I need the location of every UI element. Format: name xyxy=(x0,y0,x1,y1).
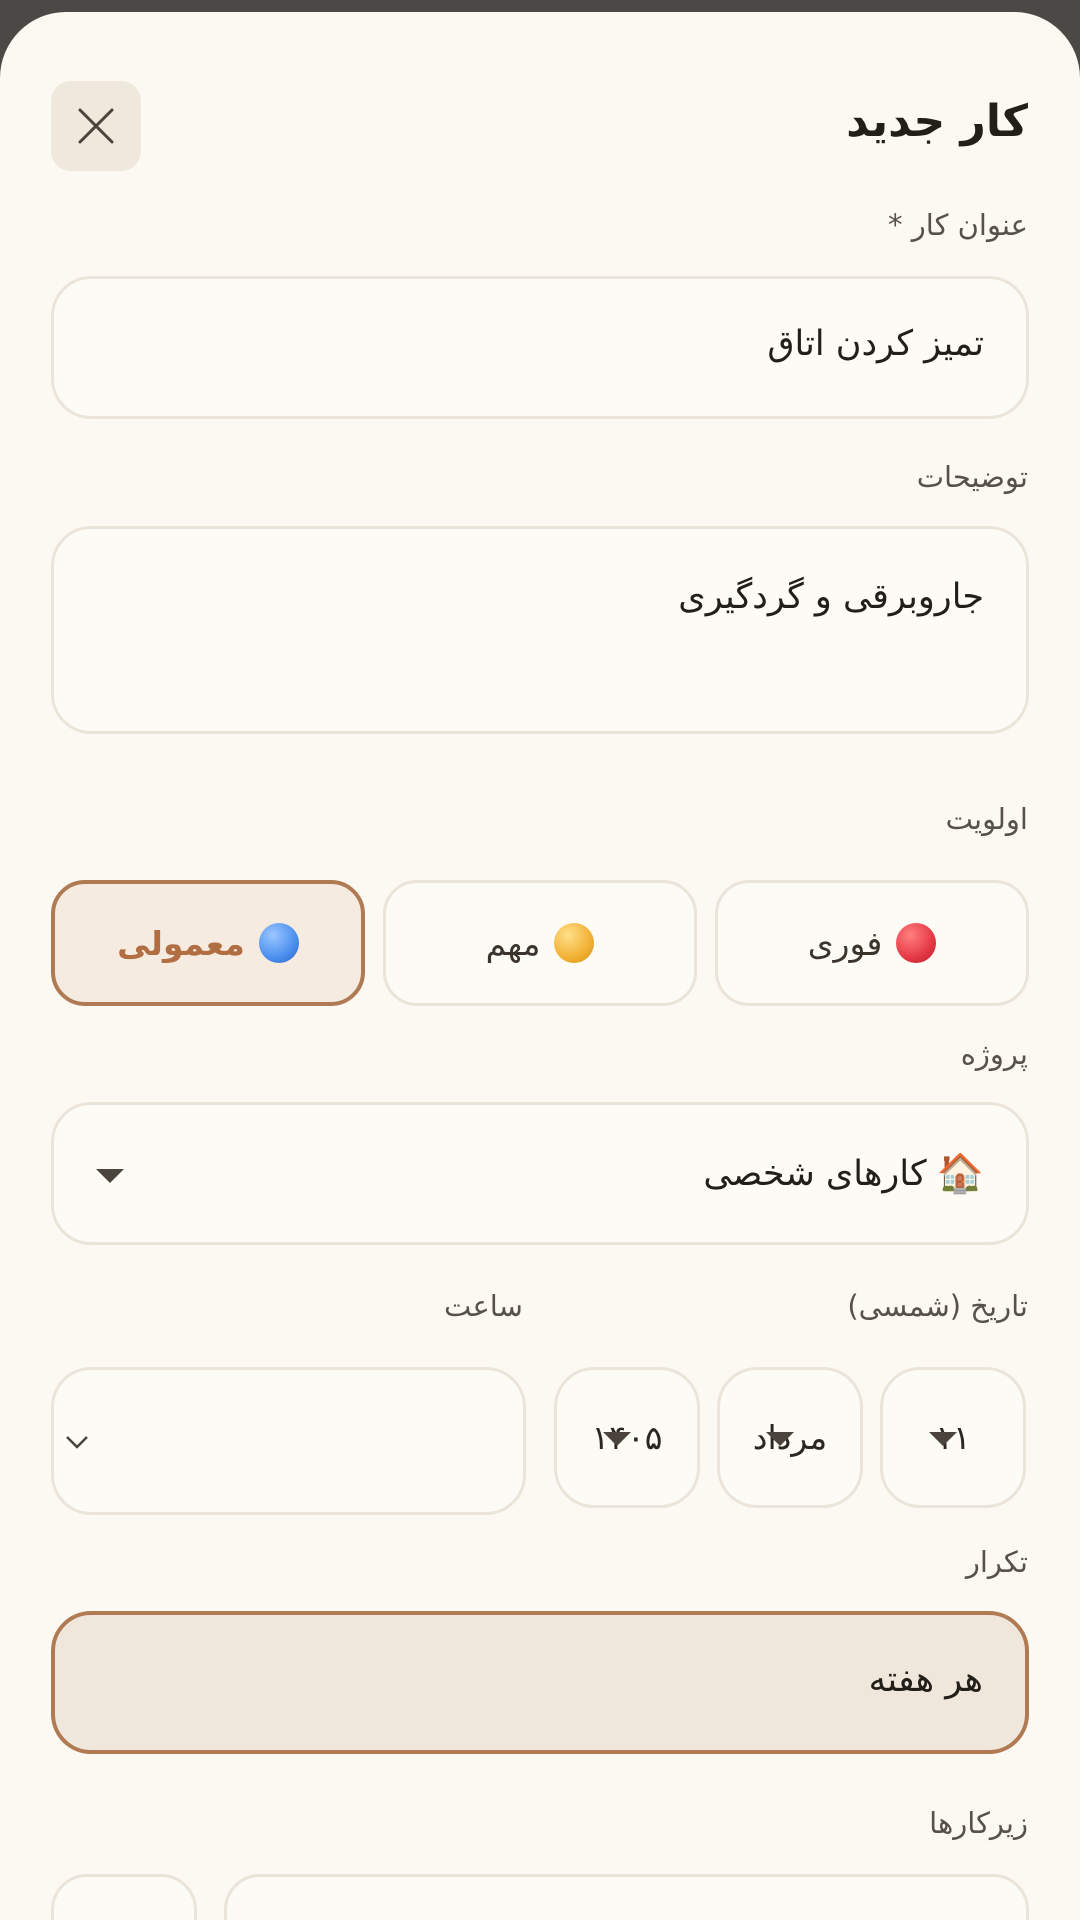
subtask-input[interactable] xyxy=(224,1874,1029,1920)
new-task-sheet: کار جدید عنوان کار * تمیز کردن اتاق توضی… xyxy=(0,12,1080,1920)
close-icon xyxy=(78,108,114,144)
dropdown-arrow-icon xyxy=(603,1432,631,1446)
yellow-circle-icon xyxy=(554,923,595,963)
repeat-value: هر هفته xyxy=(868,1660,983,1700)
priority-label: اولویت xyxy=(945,802,1028,836)
add-subtask-button[interactable] xyxy=(51,1874,197,1920)
page-title: کار جدید xyxy=(846,96,1028,147)
task-title-input[interactable]: تمیز کردن اتاق xyxy=(51,276,1029,419)
repeat-label: تکرار xyxy=(965,1545,1028,1579)
dropdown-arrow-icon xyxy=(96,1169,124,1183)
date-label: تاریخ (شمسی) xyxy=(847,1289,1028,1323)
priority-urgent-label: فوری xyxy=(807,923,883,963)
red-circle-icon xyxy=(896,923,937,963)
priority-normal-label: معمولی xyxy=(117,923,245,963)
year-select[interactable]: ۱۴۰۵ xyxy=(554,1367,700,1508)
month-select[interactable]: مرداد xyxy=(717,1367,863,1508)
day-select[interactable]: ۱۱ xyxy=(880,1367,1026,1508)
repeat-select[interactable]: هر هفته xyxy=(51,1611,1029,1754)
house-icon: 🏠 xyxy=(936,1151,984,1195)
close-button[interactable] xyxy=(51,81,141,171)
project-select[interactable]: 🏠 کارهای شخصی xyxy=(51,1102,1029,1245)
description-value: جاروبرقی و گردگیری xyxy=(678,577,984,617)
project-label: پروژه xyxy=(960,1037,1028,1071)
chevron-down-icon xyxy=(66,1436,88,1449)
project-value: کارهای شخصی xyxy=(703,1153,927,1194)
priority-urgent-button[interactable]: فوری xyxy=(715,880,1029,1006)
description-label: توضیحات xyxy=(916,460,1028,494)
dropdown-arrow-icon xyxy=(766,1432,794,1446)
subtasks-label: زیرکارها xyxy=(929,1806,1028,1840)
time-label: ساعت xyxy=(444,1289,523,1323)
blue-circle-icon xyxy=(258,923,299,963)
priority-normal-button[interactable]: معمولی xyxy=(51,880,365,1006)
task-title-label: عنوان کار * xyxy=(888,208,1028,242)
description-textarea[interactable]: جاروبرقی و گردگیری xyxy=(51,526,1029,734)
priority-important-button[interactable]: مهم xyxy=(383,880,697,1006)
task-title-value: تمیز کردن اتاق xyxy=(767,324,984,364)
time-select[interactable] xyxy=(51,1367,526,1515)
dropdown-arrow-icon xyxy=(929,1432,957,1446)
priority-important-label: مهم xyxy=(485,923,541,963)
